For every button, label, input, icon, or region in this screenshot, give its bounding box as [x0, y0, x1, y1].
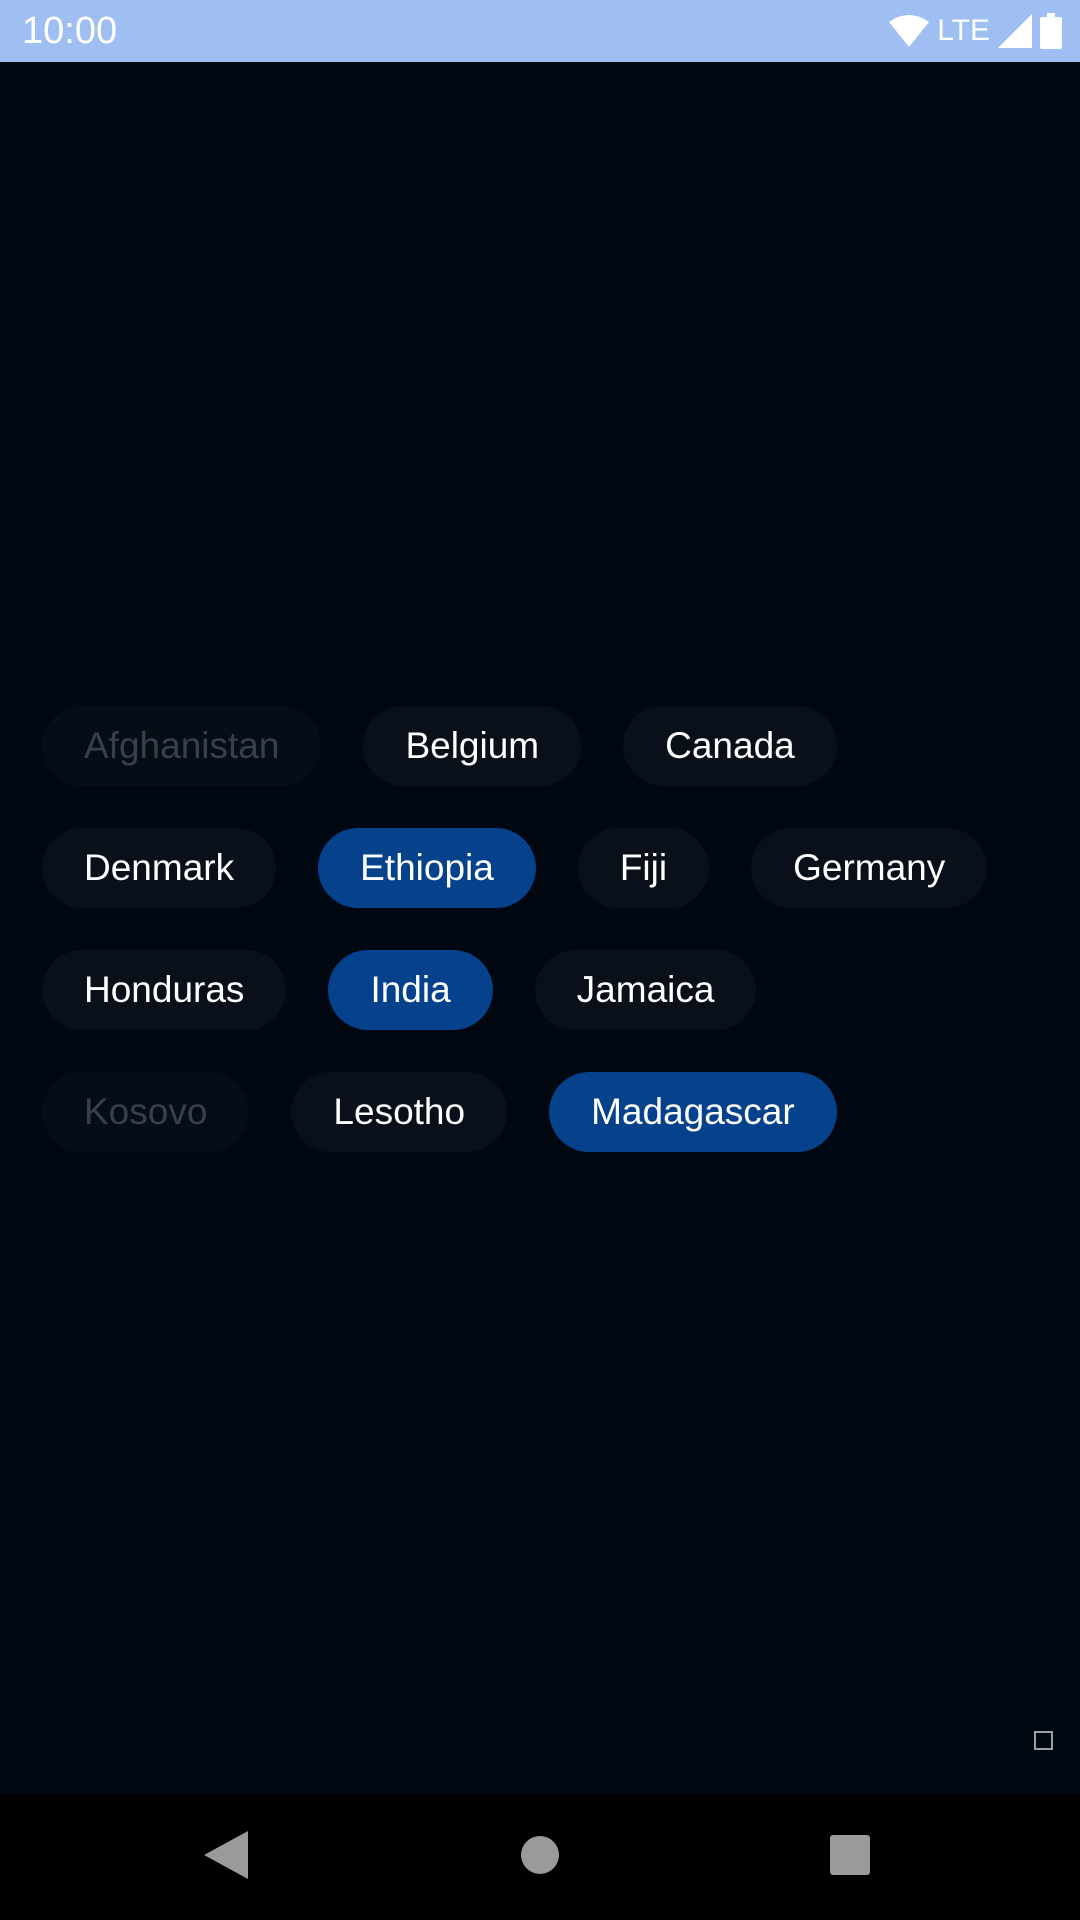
back-icon [204, 1830, 248, 1884]
status-icons: LTE [889, 12, 1062, 50]
chip-row: Kosovo Lesotho Madagascar [42, 1072, 1042, 1152]
battery-icon [1040, 13, 1062, 49]
recents-button[interactable] [820, 1827, 880, 1887]
chip-india[interactable]: India [328, 950, 493, 1030]
navigation-bar [0, 1794, 1080, 1920]
chip-jamaica[interactable]: Jamaica [534, 950, 757, 1030]
chip-lesotho[interactable]: Lesotho [291, 1072, 508, 1152]
chip-row: Honduras India Jamaica [42, 950, 1042, 1030]
chip-row: Afghanistan Belgium Canada [42, 706, 1042, 786]
back-button[interactable] [196, 1827, 256, 1887]
recents-icon [830, 1834, 870, 1880]
chip-afghanistan: Afghanistan [42, 706, 322, 786]
signal-icon [998, 14, 1032, 48]
network-type-label: LTE [937, 14, 990, 47]
chip-fiji[interactable]: Fiji [577, 828, 710, 908]
chip-belgium[interactable]: Belgium [363, 706, 582, 786]
chip-germany[interactable]: Germany [751, 828, 988, 908]
screen: 10:00 LTE Afghanistan Belgium Canada Den… [0, 0, 1080, 1920]
wifi-icon [889, 14, 930, 48]
status-time: 10:00 [22, 10, 118, 52]
chip-ethiopia[interactable]: Ethiopia [318, 828, 536, 908]
chip-canada[interactable]: Canada [623, 706, 837, 786]
chip-madagascar[interactable]: Madagascar [549, 1072, 837, 1152]
square-icon [1034, 1731, 1053, 1750]
chip-honduras[interactable]: Honduras [42, 950, 287, 1030]
chip-row: Denmark Ethiopia Fiji Germany [42, 828, 1042, 908]
chip-group: Afghanistan Belgium Canada Denmark Ethiopia F… [42, 706, 1042, 1194]
chip-denmark[interactable]: Denmark [42, 828, 277, 908]
home-icon [520, 1835, 560, 1880]
chip-kosovo: Kosovo [42, 1072, 250, 1152]
home-button[interactable] [510, 1827, 570, 1887]
status-bar: 10:00 LTE [0, 0, 1080, 62]
